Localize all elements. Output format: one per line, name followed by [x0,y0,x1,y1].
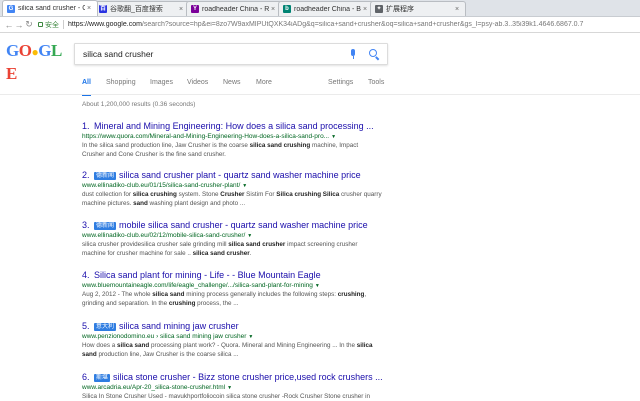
result-title-link[interactable]: 6. 斯堪 silica stone crusher - Bizz stone c… [82,371,382,383]
result-snippet: How does a silica sand processing plant … [82,342,373,358]
puzzle-icon: ✦ [375,5,383,13]
result-url-text: www.bluemountaineagle.com/life/eagle_cha… [82,282,313,289]
baidu-favicon-icon: 百 [99,5,107,13]
result-url-text: https://www.quora.com/Mineral-and-Mining… [82,133,330,140]
result-title-link[interactable]: 2. 德新闻 silica sand crusher plant - quartz… [82,169,382,181]
google-favicon-icon: G [7,4,15,13]
forward-icon[interactable]: → [14,20,24,30]
search-result: 6. 斯堪 silica stone crusher - Bizz stone c… [82,371,382,401]
result-number: 4. [82,270,90,280]
result-url-text: www.ellinadiko-club.eu/02/12/mobile-sili… [82,232,246,239]
search-box[interactable]: silica sand crusher [74,43,388,65]
result-title: silica sand mining jaw crusher [119,321,239,331]
browser-tab-title: roadheader China - Ric [202,5,269,13]
result-url: www.penzionodomino.eu › silica sand mini… [82,332,382,341]
logo-letter: G [6,41,19,60]
search-input[interactable]: silica sand crusher [83,49,347,59]
browser-tab-title: silica sand crusher - Go [18,5,85,12]
result-title-link[interactable]: 3. 德新闻 mobile silica sand crusher - quart… [82,219,382,231]
logo-letter: G [38,41,51,60]
browser-tab-2[interactable]: 百 谷歌翻_百度搜索 × [94,1,190,16]
close-icon[interactable]: × [87,5,93,12]
search-result: 3. 德新闻 mobile silica sand crusher - quart… [82,219,382,258]
secure-indicator[interactable]: 安全 [38,20,59,30]
result-title: silica stone crusher - Bizz stone crushe… [113,372,382,382]
result-snippet: Aug 2, 2012 - The whole silica sand mini… [82,291,367,307]
search-result: 4. Silica sand plant for mining - Life -… [82,269,382,308]
result-url-text: www.arcadria.eu/Apr-20_silica-stone-crus… [82,384,226,391]
url-field[interactable]: https://www.google.com/search?source=hp&… [68,21,640,28]
result-snippet: In the silica sand production line, Jaw … [82,142,359,158]
url-path: /search?source=hp&ei=8zo7W9axMIPUtQXK34i… [141,21,584,28]
divider [0,94,640,95]
microphone-icon[interactable] [347,47,359,61]
result-snippet: silica crusher providesilica crusher sal… [82,241,358,257]
result-snippet: dust collection for silica crushing syst… [82,191,382,207]
logo-ball-icon: ● [31,45,39,59]
search-result: 2. 德新闻 silica sand crusher plant - quartz… [82,169,382,208]
result-title: mobile silica sand crusher - quartz sand… [119,220,368,230]
result-number: 2. [82,170,90,180]
result-url: www.ellinadiko-club.eu/02/12/mobile-sili… [82,231,382,240]
result-title: Mineral and Mining Engineering: How does… [94,121,374,131]
reload-icon[interactable]: ↻ [24,19,34,30]
result-number: 1. [82,121,90,131]
close-icon[interactable]: × [179,6,185,13]
result-url: www.arcadria.eu/Apr-20_silica-stone-crus… [82,383,382,392]
url-host: https://www.google.com [68,21,142,28]
logo-letter: E [6,64,17,83]
result-title: silica sand crusher plant - quartz sand … [119,170,361,180]
caret-down-icon[interactable]: ▼ [315,283,320,289]
caret-down-icon[interactable]: ▼ [248,334,253,340]
browser-tab-title: 谷歌翻_百度搜索 [110,6,163,13]
caret-down-icon[interactable]: ▼ [331,134,336,140]
address-bar: ← → ↻ 安全 https://www.google.com/search?s… [0,17,640,33]
result-url: www.ellinadiko-club.eu/01/15/silica-sand… [82,181,382,190]
search-result: 5. 意大利 silica sand mining jaw crusher www… [82,320,382,359]
result-badge: 意大利 [94,323,117,331]
browser-tab-title: roadheader China - Bin [294,5,361,13]
close-icon[interactable]: × [271,6,277,13]
result-url-text: www.ellinadiko-club.eu/01/15/silica-sand… [82,182,241,189]
result-badge: 德新闻 [94,172,117,180]
caret-down-icon[interactable]: ▼ [242,183,247,189]
browser-tab-5[interactable]: ✦ 扩展程序 × [370,1,466,16]
yahoo-favicon-icon: Y [191,5,199,13]
lock-icon [38,22,43,27]
browser-tab-1[interactable]: G silica sand crusher - Go × [2,0,98,16]
divider [63,20,64,29]
close-icon[interactable]: × [363,6,369,13]
secure-label: 安全 [45,21,59,29]
browser-tab-strip: G silica sand crusher - Go × 百 谷歌翻_百度搜索 … [0,0,640,17]
close-icon[interactable]: × [455,6,461,13]
result-url: www.bluemountaineagle.com/life/eagle_cha… [82,281,382,290]
search-result: 1. Mineral and Mining Engineering: How d… [82,120,382,159]
google-logo[interactable]: GO●GLE [6,40,72,83]
result-number: 6. [82,372,90,382]
back-icon[interactable]: ← [4,20,14,30]
result-stats: About 1,200,000 results (0.36 seconds) [82,101,196,108]
bing-favicon-icon: b [283,5,291,13]
result-title-link[interactable]: 1. Mineral and Mining Engineering: How d… [82,120,382,132]
result-number: 3. [82,220,90,230]
browser-tab-3[interactable]: Y roadheader China - Ric × [186,1,282,16]
caret-down-icon[interactable]: ▼ [247,233,252,239]
logo-letter: L [50,41,62,60]
result-title: Silica sand plant for mining - Life - - … [94,270,321,280]
result-url: https://www.quora.com/Mineral-and-Mining… [82,132,382,141]
browser-tab-4[interactable]: b roadheader China - Bin × [278,1,374,16]
result-title-link[interactable]: 4. Silica sand plant for mining - Life -… [82,269,382,281]
result-url-text: www.penzionodomino.eu › silica sand mini… [82,333,247,340]
result-badge: 德新闻 [94,222,117,230]
result-badge: 斯堪 [94,374,111,382]
result-title-link[interactable]: 5. 意大利 silica sand mining jaw crusher [82,320,382,332]
search-icon[interactable] [367,47,381,61]
logo-letter: O [18,41,32,60]
caret-down-icon[interactable]: ▼ [227,385,232,391]
browser-tab-title: 扩展程序 [386,6,414,13]
result-number: 5. [82,321,90,331]
